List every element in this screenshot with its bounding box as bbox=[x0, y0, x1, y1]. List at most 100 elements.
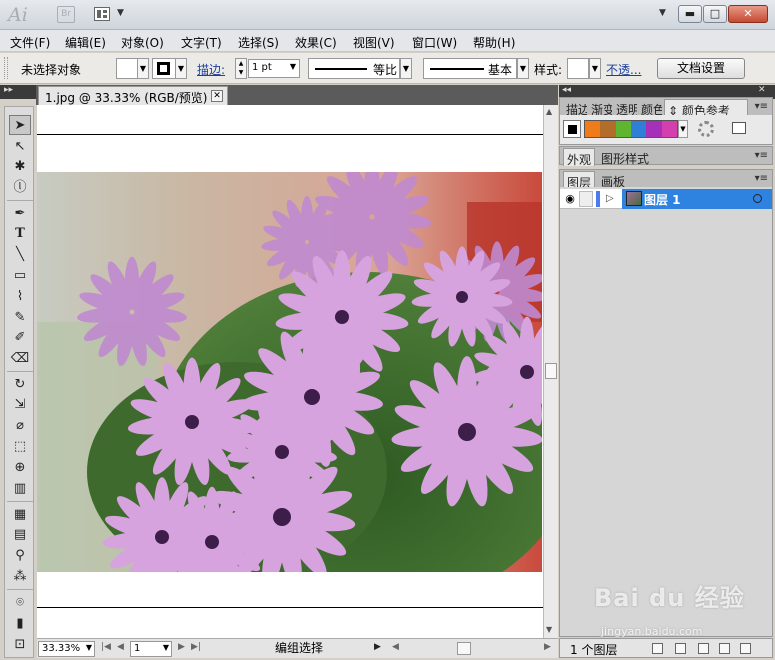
harmony-swatch[interactable] bbox=[630, 121, 647, 137]
scroll-down-icon[interactable]: ▼ bbox=[546, 625, 552, 634]
direct-selection-tool-icon[interactable]: ↖ bbox=[9, 137, 31, 157]
workspace-switcher-icon[interactable]: ▼ bbox=[659, 8, 666, 18]
harmony-swatch[interactable] bbox=[646, 121, 662, 137]
first-artboard-icon[interactable]: |◀ bbox=[101, 642, 111, 652]
new-layer-icon[interactable] bbox=[719, 643, 730, 654]
warp-tool-icon[interactable]: ⌀ bbox=[9, 416, 31, 436]
lock-toggle[interactable] bbox=[579, 191, 593, 207]
layer-row[interactable]: ◉ ▷ 图层 1 bbox=[560, 189, 772, 209]
zoom-field[interactable]: 33.33% ▼ bbox=[38, 641, 95, 657]
edit-colors-icon[interactable] bbox=[698, 121, 714, 137]
pencil-tool-icon[interactable]: ✎ bbox=[9, 308, 31, 328]
target-circle-icon[interactable] bbox=[753, 194, 762, 203]
lasso-tool-icon[interactable]: ⓛ bbox=[9, 178, 31, 198]
tab-appearance[interactable]: 外观 bbox=[563, 148, 595, 166]
paintbrush-tool-icon[interactable]: ⌇ bbox=[9, 287, 31, 307]
current-color-swatch[interactable] bbox=[563, 120, 581, 138]
gradient-tool-icon[interactable]: ▤ bbox=[9, 525, 31, 545]
chevron-down-icon[interactable]: ▼ bbox=[117, 8, 124, 18]
tab-graphic-styles[interactable]: 图形样式 bbox=[598, 148, 660, 166]
scroll-left-icon[interactable]: ◀ bbox=[392, 642, 399, 652]
scale-tool-icon[interactable]: ⇲ bbox=[9, 395, 31, 415]
menu-type[interactable]: 文字(T) bbox=[181, 34, 222, 51]
rotate-tool-icon[interactable]: ↻ bbox=[9, 375, 31, 395]
stroke-swatch[interactable] bbox=[152, 58, 176, 79]
style-dropdown[interactable]: ▼ bbox=[589, 58, 601, 79]
harmony-swatch[interactable] bbox=[615, 121, 631, 137]
selection-tool-icon[interactable]: ➤ bbox=[9, 115, 31, 135]
visibility-eye-icon[interactable]: ◉ bbox=[563, 192, 577, 206]
panel-close-icon[interactable]: ✕ bbox=[758, 85, 766, 95]
locate-object-icon[interactable] bbox=[652, 643, 663, 654]
harmony-swatch[interactable] bbox=[600, 121, 616, 137]
fill-dropdown[interactable]: ▼ bbox=[137, 58, 149, 79]
make-clipping-mask-icon[interactable] bbox=[675, 643, 686, 654]
harmony-rules-strip[interactable] bbox=[584, 120, 678, 138]
shape-builder-tool-icon[interactable]: ⊕ bbox=[9, 458, 31, 478]
close-icon[interactable]: ✕ bbox=[211, 90, 223, 102]
brush-definition[interactable]: 基本 bbox=[423, 58, 517, 79]
mesh-tool-icon[interactable]: ▦ bbox=[9, 505, 31, 525]
collapse-panels-icon[interactable]: ◂◂ bbox=[562, 85, 571, 95]
panel-menu-icon[interactable]: ▾≡ bbox=[755, 150, 768, 161]
menu-edit[interactable]: 编辑(E) bbox=[65, 34, 106, 51]
vertical-scrollbar[interactable]: ▲ ▼ bbox=[543, 105, 558, 638]
stroke-weight-field[interactable]: 1 pt ▼ bbox=[248, 59, 300, 78]
new-sublayer-icon[interactable] bbox=[698, 643, 709, 654]
blob-brush-tool-icon[interactable]: ✐ bbox=[9, 328, 31, 348]
symbol-sprayer-tool-icon[interactable]: ⌾ bbox=[9, 593, 31, 613]
profile-dropdown[interactable]: ▼ bbox=[400, 58, 412, 79]
arrange-documents-icon[interactable] bbox=[94, 7, 110, 21]
free-transform-tool-icon[interactable]: ⬚ bbox=[9, 437, 31, 457]
tools-panel-header[interactable]: ▸▸ bbox=[0, 85, 36, 99]
scroll-up-icon[interactable]: ▲ bbox=[546, 107, 552, 116]
status-menu-icon[interactable]: ▶ bbox=[374, 642, 381, 652]
menu-help[interactable]: 帮助(H) bbox=[473, 34, 515, 51]
document-tab[interactable]: 1.jpg @ 33.33% (RGB/预览) ✕ bbox=[38, 86, 228, 105]
style-swatch[interactable] bbox=[567, 58, 589, 79]
menu-view[interactable]: 视图(V) bbox=[353, 34, 395, 51]
menu-window[interactable]: 窗口(W) bbox=[412, 34, 457, 51]
menu-object[interactable]: 对象(O) bbox=[121, 34, 164, 51]
minimize-button[interactable]: ▬ bbox=[678, 5, 702, 23]
next-artboard-icon[interactable]: ▶ bbox=[178, 642, 185, 652]
document-setup-button[interactable]: 文档设置 bbox=[657, 58, 745, 79]
artboard-tool-icon[interactable]: ⊡ bbox=[9, 635, 31, 655]
pen-tool-icon[interactable]: ✒ bbox=[9, 204, 31, 224]
bridge-button[interactable]: Br bbox=[57, 6, 75, 23]
scrollbar-thumb[interactable] bbox=[545, 363, 557, 379]
type-tool-icon[interactable]: T bbox=[9, 224, 31, 244]
close-button[interactable]: ✕ bbox=[728, 5, 768, 23]
graph-tool-icon[interactable]: ▥ bbox=[9, 479, 31, 499]
opacity-link[interactable]: 不透... bbox=[606, 61, 641, 78]
stroke-weight-stepper[interactable]: ▲ ▼ bbox=[235, 58, 247, 79]
expand-panel-icon[interactable]: ▸▸ bbox=[4, 85, 13, 95]
eyedropper-tool-icon[interactable]: ⚲ bbox=[9, 546, 31, 566]
artboard-number-field[interactable]: 1 ▼ bbox=[130, 641, 172, 657]
prev-artboard-icon[interactable]: ◀ bbox=[117, 642, 124, 652]
menu-file[interactable]: 文件(F) bbox=[10, 34, 50, 51]
harmony-dropdown[interactable]: ▼ bbox=[678, 120, 688, 138]
stroke-label[interactable]: 描边: bbox=[197, 61, 225, 78]
stroke-dropdown[interactable]: ▼ bbox=[175, 58, 187, 79]
maximize-button[interactable]: □ bbox=[703, 5, 727, 23]
eraser-tool-icon[interactable]: ⌫ bbox=[9, 349, 31, 369]
last-artboard-icon[interactable]: ▶| bbox=[191, 642, 201, 652]
expand-triangle-icon[interactable]: ▷ bbox=[606, 193, 614, 204]
placed-image[interactable] bbox=[37, 172, 542, 572]
brush-dropdown[interactable]: ▼ bbox=[517, 58, 529, 79]
magic-wand-tool-icon[interactable]: ✱ bbox=[9, 157, 31, 177]
layer-selection[interactable]: 图层 1 bbox=[622, 189, 772, 209]
scroll-right-icon[interactable]: ▶ bbox=[544, 642, 551, 652]
save-color-group-icon[interactable] bbox=[732, 122, 746, 134]
horizontal-scrollbar-thumb[interactable] bbox=[457, 642, 471, 655]
grip-handle[interactable] bbox=[4, 57, 8, 79]
panel-menu-icon[interactable]: ▾≡ bbox=[755, 173, 768, 184]
column-graph-tool-icon[interactable]: ▮ bbox=[9, 614, 31, 634]
harmony-swatch[interactable] bbox=[661, 121, 677, 137]
menu-effect[interactable]: 效果(C) bbox=[295, 34, 337, 51]
panel-menu-icon[interactable]: ▾≡ bbox=[755, 101, 768, 112]
menu-select[interactable]: 选择(S) bbox=[238, 34, 279, 51]
delete-layer-icon[interactable] bbox=[740, 643, 751, 654]
harmony-swatch[interactable] bbox=[585, 121, 601, 137]
